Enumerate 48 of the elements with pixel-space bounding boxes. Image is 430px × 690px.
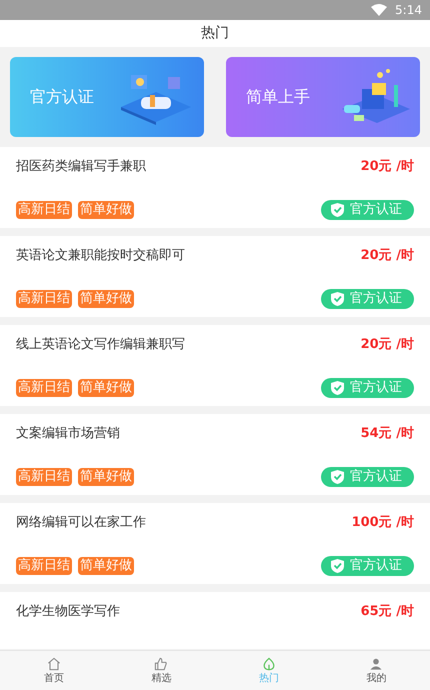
job-card[interactable]: 招医药类编辑写手兼职 20元 /时 高新日结 简单好做 官方认证 — [0, 147, 430, 228]
job-card[interactable]: 线上英语论文写作编辑兼职写 20元 /时 高新日结 简单好做 官方认证 — [0, 325, 430, 406]
job-pay: 100元 /时 — [352, 514, 414, 532]
job-pay: 20元 /时 — [360, 247, 414, 265]
job-card[interactable]: 英语论文兼职能按时交稿即可 20元 /时 高新日结 简单好做 官方认证 — [0, 236, 430, 317]
job-card[interactable]: 网络编辑可以在家工作 100元 /时 高新日结 简单好做 官方认证 — [0, 503, 430, 584]
job-title: 招医药类编辑写手兼职 — [16, 158, 146, 176]
job-tag: 简单好做 — [78, 557, 134, 575]
verified-badge: 官方认证 — [321, 289, 414, 309]
nav-tab[interactable]: 我的 — [322, 651, 430, 690]
thumbs-up-icon — [153, 656, 170, 672]
home-icon — [46, 656, 62, 672]
nav-tab[interactable]: 精选 — [108, 651, 215, 690]
nav-tab[interactable]: 首页 — [0, 651, 108, 690]
job-pay: 20元 /时 — [360, 336, 414, 354]
job-card[interactable]: 化学生物医学写作 65元 /时 — [0, 592, 430, 649]
shield-check-icon — [331, 381, 344, 395]
job-tag: 高新日结 — [16, 290, 72, 308]
job-title: 英语论文兼职能按时交稿即可 — [16, 247, 185, 265]
verified-badge: 官方认证 — [321, 467, 414, 487]
job-pay: 20元 /时 — [360, 158, 414, 176]
wifi-icon — [371, 4, 388, 16]
page-title: 热门 — [201, 24, 229, 43]
job-tag: 高新日结 — [16, 557, 72, 575]
status-time: 5:14 — [395, 2, 422, 19]
job-tag: 简单好做 — [78, 468, 134, 486]
shield-check-icon — [331, 470, 344, 484]
job-card[interactable]: 文案编辑市场营销 54元 /时 高新日结 简单好做 官方认证 — [0, 414, 430, 495]
job-tag: 简单好做 — [78, 290, 134, 308]
banner-label: 简单上手 — [246, 86, 310, 108]
job-pay: 54元 /时 — [360, 425, 414, 443]
job-title: 化学生物医学写作 — [16, 603, 120, 621]
job-tag: 高新日结 — [16, 379, 72, 397]
job-tag: 简单好做 — [78, 379, 134, 397]
job-tag: 高新日结 — [16, 468, 72, 486]
job-title: 文案编辑市场营销 — [16, 425, 120, 443]
verified-badge: 官方认证 — [321, 556, 414, 576]
verified-badge: 官方认证 — [321, 200, 414, 220]
shield-check-icon — [331, 559, 344, 573]
banner-label: 官方认证 — [30, 86, 94, 108]
job-pay: 65元 /时 — [360, 603, 414, 621]
job-tag: 高新日结 — [16, 201, 72, 219]
verified-badge: 官方认证 — [321, 378, 414, 398]
job-title: 线上英语论文写作编辑兼职写 — [16, 336, 185, 354]
job-title: 网络编辑可以在家工作 — [16, 514, 146, 532]
job-tag: 简单好做 — [78, 201, 134, 219]
shield-check-icon — [331, 292, 344, 306]
shield-check-icon — [331, 203, 344, 217]
